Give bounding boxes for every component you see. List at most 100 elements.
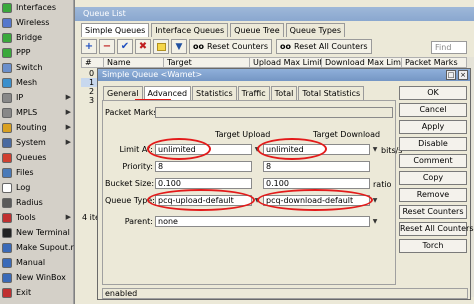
advanced-panel: Packet Marks: Target Upload Target Downl… (102, 100, 402, 285)
sidebar-item-files[interactable]: Files (0, 166, 74, 179)
radius-icon (2, 197, 12, 208)
ip-icon (2, 92, 12, 103)
winbox-icon (2, 272, 12, 283)
ok-button[interactable]: OK (399, 86, 467, 100)
queue-list-title: Queue List (75, 7, 474, 21)
filter-button[interactable]: ▼ (171, 39, 187, 54)
cross-icon: ✖ (138, 41, 148, 52)
close-icon[interactable]: × (458, 70, 468, 80)
sidebar-item-radius[interactable]: Radius (0, 196, 74, 209)
sidebar-item-bridge[interactable]: Bridge (0, 31, 74, 44)
mpls-icon (2, 107, 12, 118)
priority-download-input[interactable]: 8 (263, 161, 370, 172)
maximize-icon[interactable]: □ (446, 70, 456, 80)
priority-upload-input[interactable]: 8 (155, 161, 252, 172)
add-button[interactable]: + (81, 39, 97, 54)
column-download-max-limit[interactable]: Download Max Limit (322, 58, 402, 68)
limit-at-download-input[interactable]: unlimited (263, 144, 370, 155)
target-download-label: Target Download (313, 130, 381, 139)
files-icon (2, 167, 12, 178)
reset-all-counters-button[interactable]: oo Reset All Counters (276, 39, 372, 54)
cancel-button[interactable]: Cancel (399, 103, 467, 117)
tab-total[interactable]: Total (270, 86, 298, 100)
sidebar-item-label: PPP (16, 48, 31, 57)
queue-type-upload-select[interactable]: pcq-upload-default (155, 195, 252, 206)
comment-button[interactable]: Comment (399, 154, 467, 168)
sidebar-item-log[interactable]: Log (0, 181, 74, 194)
tab-queue-tree[interactable]: Queue Tree (230, 23, 284, 37)
chevron-right-icon: ▶ (65, 123, 71, 131)
exit-icon (2, 287, 12, 298)
bucket-size-upload-input[interactable]: 0.100 (155, 178, 252, 189)
sidebar-item-ip[interactable]: IP ▶ (0, 91, 74, 104)
remove-button[interactable]: − (99, 39, 115, 54)
column-packet-marks[interactable]: Packet Marks (402, 58, 466, 68)
copy-button[interactable]: Copy (399, 171, 467, 185)
sidebar-item-label: Make Supout.rif (16, 243, 79, 252)
sidebar-item-mpls[interactable]: MPLS ▶ (0, 106, 74, 119)
column-name[interactable]: Name (104, 58, 164, 68)
packet-marks-field[interactable] (155, 107, 393, 118)
comment-button[interactable] (153, 39, 169, 54)
chevron-right-icon: ▶ (65, 93, 71, 101)
sidebar-item-system[interactable]: System ▶ (0, 136, 74, 149)
parent-select[interactable]: none (155, 216, 370, 227)
sidebar-item-make-supout-rif[interactable]: Make Supout.rif (0, 241, 79, 254)
tab-general[interactable]: General (103, 86, 143, 100)
sidebar-item-label: Interfaces (16, 3, 56, 12)
queue-type-download-select[interactable]: pcq-download-default (263, 195, 370, 206)
tab-advanced[interactable]: Advanced (143, 86, 192, 100)
sidebar-item-manual[interactable]: Manual (0, 256, 74, 269)
bucket-size-download-input[interactable]: 0.100 (263, 178, 370, 189)
enable-button[interactable]: ✔ (117, 39, 133, 54)
sidebar-item-ppp[interactable]: PPP (0, 46, 74, 59)
disable-button[interactable]: Disable (399, 137, 467, 151)
tab-traffic[interactable]: Traffic (237, 86, 270, 100)
tab-total-statistics[interactable]: Total Statistics (298, 86, 365, 100)
find-input[interactable]: Find (431, 41, 467, 54)
tab-queue-types[interactable]: Queue Types (285, 23, 345, 37)
column-upload-max-limit[interactable]: Upload Max Limit (250, 58, 322, 68)
sidebar-item-routing[interactable]: Routing ▶ (0, 121, 74, 134)
limit-at-upload-input[interactable]: unlimited (155, 144, 252, 155)
sidebar-item-mesh[interactable]: Mesh (0, 76, 74, 89)
remove-button[interactable]: Remove (399, 188, 467, 202)
reset-counters-button[interactable]: oo Reset Counters (189, 39, 273, 54)
sidebar-item-switch[interactable]: Switch (0, 61, 74, 74)
sidebar-item-tools[interactable]: Tools ▶ (0, 211, 74, 224)
filter-icon: ▼ (175, 41, 183, 52)
plus-icon: + (84, 41, 94, 52)
reset-counters-button[interactable]: Reset Counters (399, 205, 467, 219)
manual-icon (2, 257, 12, 268)
apply-button[interactable]: Apply (399, 120, 467, 134)
dropdown-arrow-icon[interactable]: ▼ (371, 145, 379, 154)
dropdown-arrow-icon[interactable]: ▼ (253, 145, 261, 154)
sidebar-item-interfaces[interactable]: Interfaces (0, 1, 74, 14)
sidebar-item-label: New Terminal (16, 228, 70, 237)
dialog-tabs: General Advanced Statistics Traffic Tota… (103, 86, 365, 100)
dialog-title: Simple Queue <Wamet> (98, 69, 470, 81)
tab-statistics[interactable]: Statistics (192, 86, 237, 100)
check-icon: ✔ (120, 41, 130, 52)
sidebar-item-label: MPLS (16, 108, 38, 117)
system-icon (2, 137, 12, 148)
supout-icon (2, 242, 12, 253)
ppp-icon (2, 47, 12, 58)
tab-simple-queues[interactable]: Simple Queues (81, 23, 150, 37)
dropdown-arrow-icon[interactable]: ▼ (371, 217, 379, 226)
sidebar-item-new-winbox[interactable]: New WinBox (0, 271, 74, 284)
sidebar-item-wireless[interactable]: Wireless (0, 16, 74, 29)
disable-button[interactable]: ✖ (135, 39, 151, 54)
reset-all-counters-button[interactable]: Reset All Counters (399, 222, 474, 236)
sidebar-item-new-terminal[interactable]: New Terminal (0, 226, 74, 239)
tools-icon (2, 212, 12, 223)
sidebar-item-exit[interactable]: Exit (0, 286, 74, 299)
queue-list-tabs: Simple Queues Interface Queues Queue Tre… (81, 23, 347, 37)
tab-interface-queues[interactable]: Interface Queues (151, 23, 229, 37)
sidebar-item-queues[interactable]: Queues (0, 151, 74, 164)
dropdown-arrow-icon[interactable]: ▼ (371, 196, 379, 205)
dropdown-arrow-icon[interactable]: ▼ (253, 196, 261, 205)
torch-button[interactable]: Torch (399, 239, 467, 253)
column-number[interactable]: # (82, 58, 104, 68)
column-target[interactable]: Target (164, 58, 250, 68)
